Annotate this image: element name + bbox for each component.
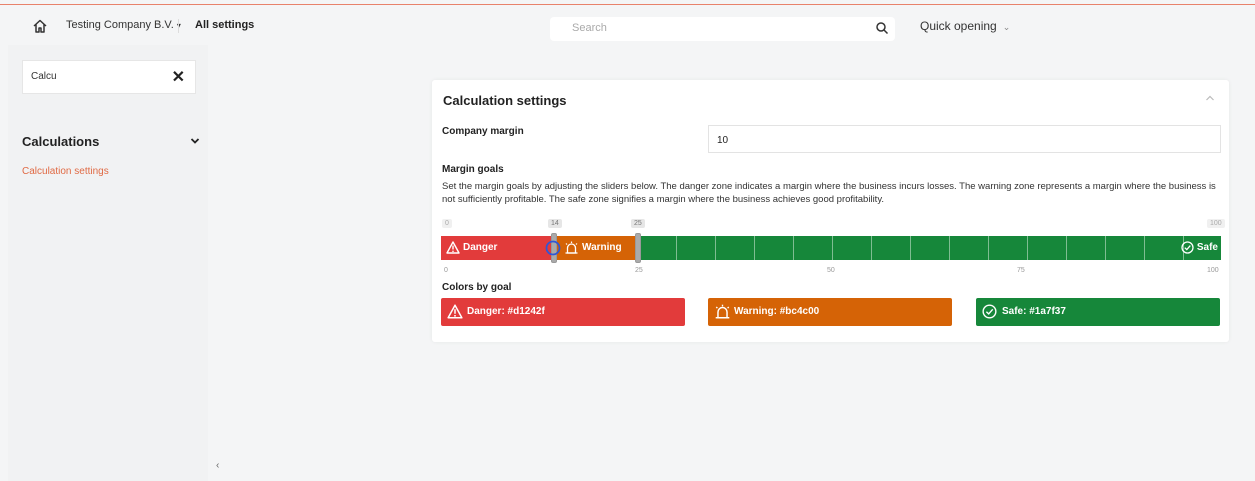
warning-triangle-icon: [446, 241, 460, 254]
home-icon[interactable]: [32, 18, 48, 34]
search-icon[interactable]: [875, 21, 889, 35]
company-margin-label: Company margin: [442, 126, 524, 137]
clear-filter-icon[interactable]: ✕: [172, 67, 185, 87]
safe-zone-label: Safe: [1196, 242, 1218, 253]
company-name: Testing Company B.V.: [66, 19, 174, 31]
siren-icon: [565, 241, 578, 254]
danger-color-button[interactable]: Danger: #d1242f: [441, 298, 685, 326]
settings-filter-input[interactable]: Calcu ✕: [22, 60, 196, 94]
top-bar: Testing Company B.V.▾ All settings Searc…: [0, 5, 1255, 45]
company-selector[interactable]: Testing Company B.V.▾: [66, 19, 181, 31]
safe-color-label: Safe: #1a7f37: [1002, 306, 1066, 317]
breadcrumb-current-page: All settings: [195, 19, 255, 31]
warning-zone: Warning: [554, 236, 638, 260]
slider-max-chip: 100: [1207, 219, 1225, 228]
colors-by-goal-label: Colors by goal: [442, 282, 512, 293]
check-circle-icon: [1181, 241, 1194, 254]
sidebar-item-calculation-settings[interactable]: Calculation settings: [22, 166, 109, 177]
scale-label-0: 0: [444, 267, 448, 274]
search-input[interactable]: Search: [572, 22, 607, 34]
margin-goals-slider[interactable]: Danger Warning Safe: [441, 233, 1221, 263]
scale-label-100: 100: [1207, 267, 1219, 274]
calculation-settings-card: Calculation settings Company margin 10 M…: [432, 80, 1229, 342]
drag-cursor-icon: [545, 240, 561, 256]
chevron-left-icon: ‹: [216, 460, 220, 471]
warning-color-button[interactable]: Warning: #bc4c00: [708, 298, 952, 326]
scale-label-50: 50: [827, 267, 835, 274]
sidebar-section-calculations[interactable]: Calculations: [22, 134, 99, 149]
danger-handle-value-chip: 14: [548, 219, 562, 228]
slider-min-chip: 0: [442, 219, 452, 228]
chevron-down-icon[interactable]: [190, 136, 200, 146]
warning-handle[interactable]: [635, 233, 641, 263]
danger-color-label: Danger: #d1242f: [467, 306, 545, 317]
warning-handle-value-chip: 25: [631, 219, 645, 228]
quick-opening-dropdown[interactable]: Quick opening ⌄: [920, 19, 1010, 33]
warning-zone-label: Warning: [582, 242, 622, 253]
siren-icon: [715, 304, 730, 319]
margin-goals-description: Set the margin goals by adjusting the sl…: [442, 181, 1216, 205]
filter-value: Calcu: [31, 71, 57, 82]
danger-zone: Danger: [441, 236, 554, 260]
search-box[interactable]: Search: [550, 17, 895, 41]
warning-triangle-icon: [447, 304, 463, 319]
company-margin-value: 10: [717, 135, 729, 146]
safe-zone: Safe: [638, 236, 1221, 260]
safe-color-button[interactable]: Safe: #1a7f37: [976, 298, 1220, 326]
check-circle-icon: [982, 304, 997, 319]
warning-color-label: Warning: #bc4c00: [734, 306, 820, 317]
scale-label-25: 25: [635, 267, 643, 274]
settings-sidebar: Calcu ✕ Calculations Calculation setting…: [8, 45, 208, 481]
scale-label-75: 75: [1017, 267, 1025, 274]
company-margin-input[interactable]: 10: [708, 125, 1221, 153]
quick-opening-label: Quick opening: [920, 19, 997, 33]
chevron-down-icon: ⌄: [1002, 22, 1011, 32]
chevron-up-icon[interactable]: [1205, 94, 1215, 102]
danger-zone-label: Danger: [463, 242, 498, 253]
breadcrumb-separator: [178, 19, 179, 33]
sidebar-collapse-button[interactable]: ‹: [208, 450, 228, 480]
card-title: Calculation settings: [443, 93, 567, 108]
margin-goals-label: Margin goals: [442, 164, 504, 175]
